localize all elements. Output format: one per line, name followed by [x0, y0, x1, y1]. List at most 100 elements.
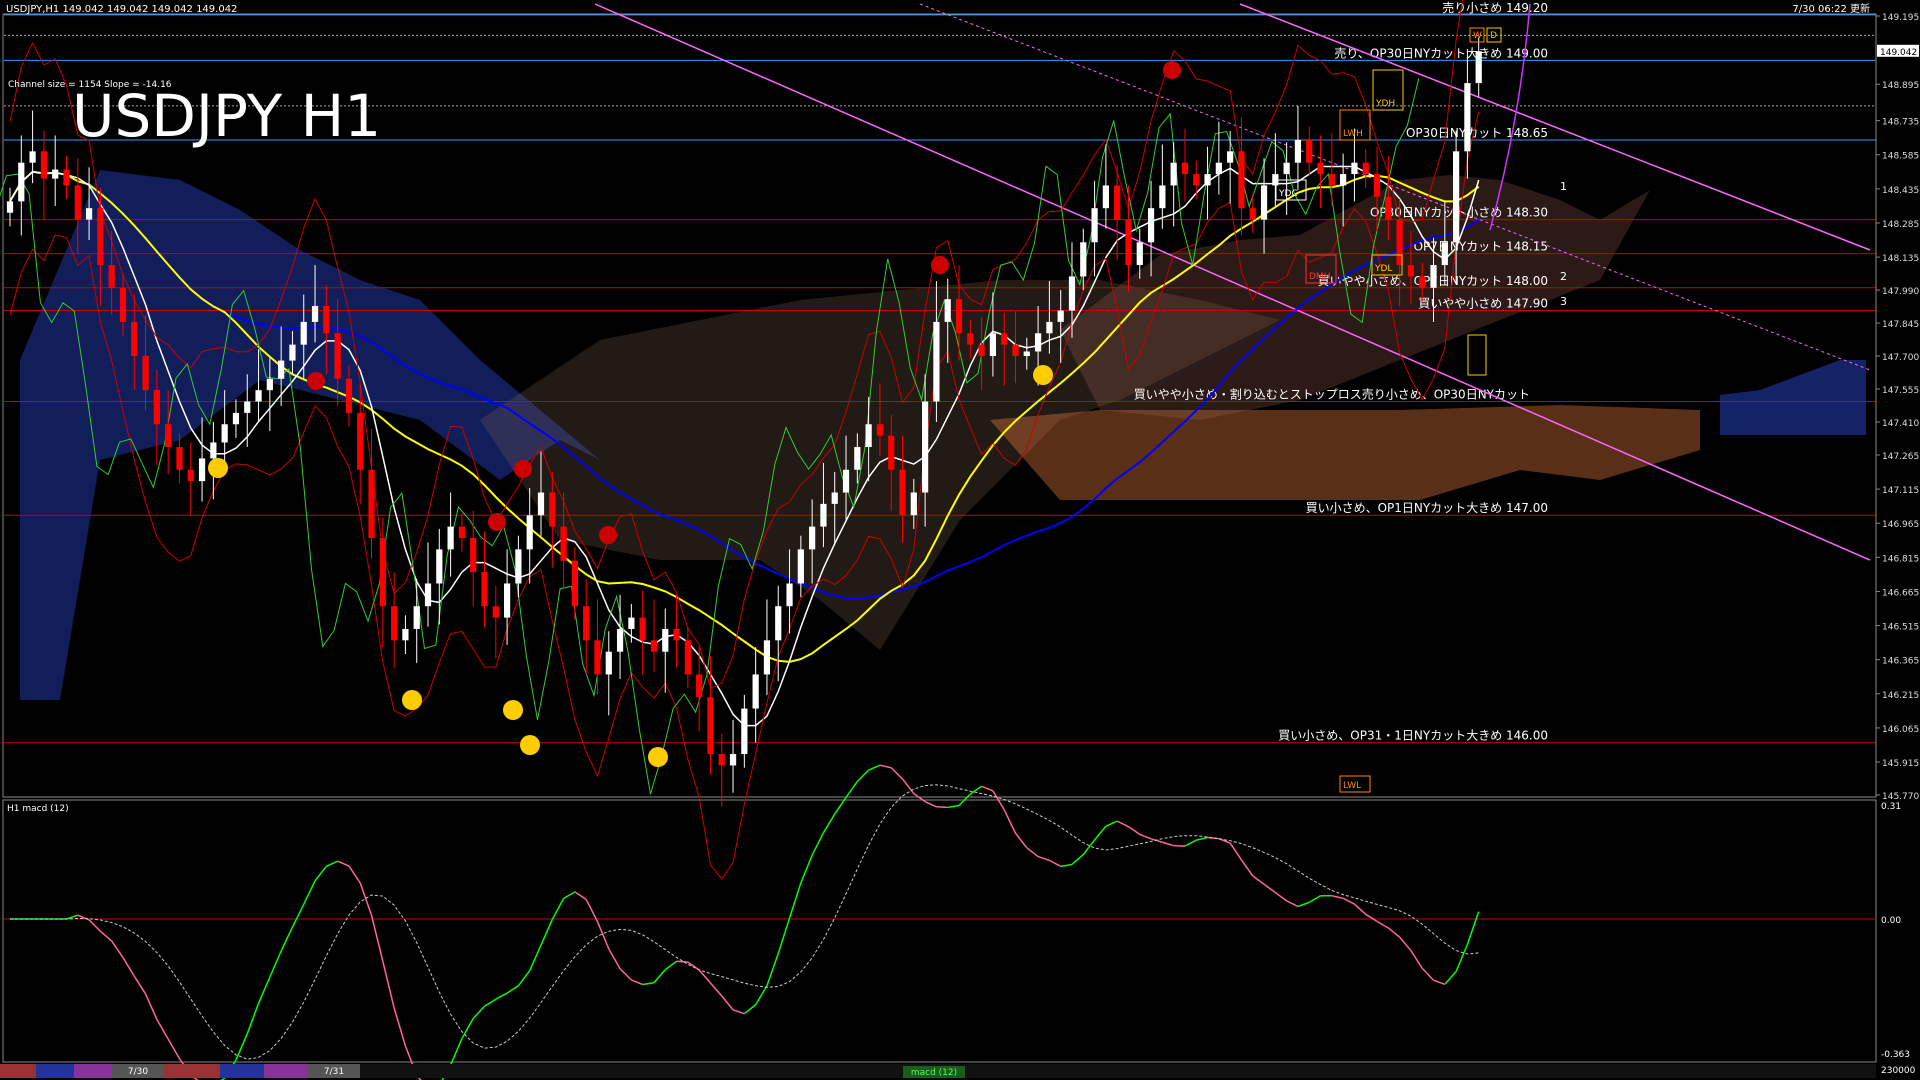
bottom-tab-bar: 7/30 7/31 macd (12) — [0, 1064, 1876, 1078]
macd-segment — [924, 800, 937, 808]
macd-segment — [393, 1007, 407, 1047]
macd-signal-line — [10, 784, 1479, 1060]
price-tick-label: 146.365 — [1882, 657, 1919, 667]
macd-segment — [303, 880, 316, 905]
macd-segment — [495, 992, 508, 1000]
candle-body — [989, 333, 997, 357]
candle-body — [1317, 162, 1324, 175]
buy-signal-icon — [208, 458, 228, 478]
update-time: 7/30 06:22 更新 — [1792, 2, 1870, 15]
color-tab[interactable] — [36, 1064, 74, 1078]
candle-body — [888, 435, 895, 470]
price-tick-label: 149.195 — [1882, 13, 1919, 23]
candle-body — [1373, 174, 1381, 197]
price-tick-label: 148.585 — [1882, 152, 1919, 162]
price-tick-label: 147.700 — [1882, 353, 1919, 363]
candle-body — [470, 537, 477, 573]
price-tick-label: 148.135 — [1882, 254, 1919, 264]
price-tick-label: 147.265 — [1882, 452, 1919, 462]
candle-body — [560, 526, 567, 561]
candle-body — [1283, 162, 1290, 175]
chart-title: USDJPY H1 — [72, 82, 381, 150]
macd-segment — [868, 764, 881, 771]
macd-segment — [1353, 903, 1367, 915]
candle-body — [718, 754, 725, 766]
macd-pane — [4, 764, 1876, 1080]
macd-segment — [1421, 967, 1435, 981]
channel-mark: 1 — [1560, 180, 1567, 193]
color-tab[interactable] — [0, 1064, 36, 1078]
candle-body — [311, 305, 319, 322]
macd-segment — [1455, 944, 1469, 972]
candle-body — [278, 360, 285, 379]
indicator-tab-label: macd (12) — [911, 1068, 957, 1078]
macd-segment — [1116, 820, 1129, 828]
candle-body — [447, 526, 454, 550]
candle-body — [741, 708, 748, 755]
macd-segment — [1286, 900, 1299, 908]
date-mark-2: 7/31 — [324, 1067, 344, 1077]
candle-body — [187, 469, 194, 482]
candle-body — [165, 424, 172, 448]
candle-body — [729, 754, 737, 766]
candle-body — [865, 424, 872, 448]
candle-body — [244, 401, 251, 413]
candle-body — [300, 321, 307, 345]
candle-body — [131, 321, 138, 357]
color-tab[interactable] — [220, 1064, 264, 1078]
candle-body — [18, 162, 25, 202]
candle-body — [571, 560, 578, 607]
candle-body — [1159, 185, 1166, 209]
macd-segment — [291, 903, 305, 928]
buy-signal-icon — [402, 690, 422, 710]
macd-segment — [743, 1004, 757, 1015]
price-tick-label: 148.435 — [1882, 186, 1919, 196]
level-annotation: 買い小さめ、OP1日NYカット大きめ 147.00 — [1306, 501, 1548, 515]
candle-body — [153, 390, 160, 425]
color-tab[interactable] — [74, 1064, 112, 1078]
macd-segment — [631, 979, 643, 986]
color-tab[interactable] — [264, 1064, 308, 1078]
daily-range-box — [1467, 334, 1487, 376]
price-tick-label: 147.410 — [1882, 419, 1919, 429]
candle-body — [402, 628, 409, 641]
macd-segment — [1433, 979, 1446, 985]
candle-body — [1351, 162, 1358, 175]
macd-segment — [687, 961, 700, 971]
price-tick-label: 147.845 — [1882, 320, 1919, 330]
kumo-blue-2 — [1720, 360, 1866, 435]
candle-body — [515, 549, 522, 584]
candle-body — [1204, 174, 1211, 186]
price-tick-label: 146.065 — [1882, 725, 1919, 735]
level-annotation: OP30日NYカット 148.65 — [1406, 126, 1548, 140]
macd-segment — [1263, 883, 1276, 894]
macd-segment — [879, 764, 892, 769]
candle-body — [628, 617, 635, 629]
color-tab[interactable] — [164, 1064, 220, 1078]
candle-body — [1385, 196, 1392, 220]
ichimoku-cloud — [20, 170, 1866, 700]
macd-segment — [1071, 854, 1084, 865]
macd-segment — [1308, 895, 1321, 904]
candle-body — [899, 469, 906, 516]
sell-signal-icon — [599, 526, 617, 544]
candle-body — [707, 697, 714, 755]
macd-segment — [721, 995, 734, 1011]
candle-body — [40, 151, 47, 179]
macd-segment — [1410, 950, 1423, 969]
macd-segment — [1252, 875, 1265, 885]
candle-body — [1091, 208, 1098, 243]
sell-signal-icon — [514, 460, 532, 478]
level-box-label: YDL — [1374, 264, 1392, 274]
macd-segment — [472, 1005, 486, 1019]
macd-segment — [642, 982, 655, 986]
candle-body — [1340, 174, 1347, 186]
usdjpy-h1-chart: 売り小さめ 149.20売り、OP30日NYカット大きめ 149.00OP30日… — [0, 0, 1919, 1080]
macd-segment — [1026, 847, 1039, 858]
candle-body — [1023, 351, 1030, 357]
macd-segment — [540, 919, 553, 946]
macd-segment — [280, 926, 294, 952]
price-tick-label: 145.915 — [1882, 759, 1919, 769]
macd-segment — [246, 1003, 260, 1035]
macd-top-value: 0.31 — [1881, 802, 1901, 812]
